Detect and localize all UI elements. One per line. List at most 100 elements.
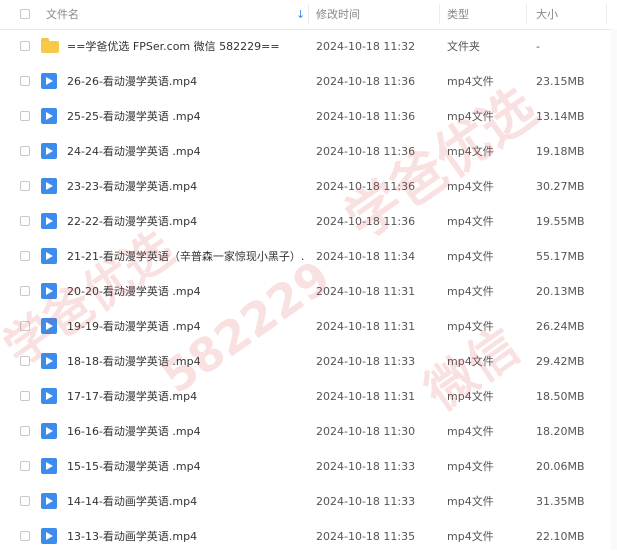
- column-divider[interactable]: [439, 4, 440, 24]
- row-checkbox[interactable]: [20, 531, 30, 541]
- column-divider[interactable]: [308, 4, 309, 24]
- video-file-icon: [41, 493, 57, 509]
- file-size: 18.50MB: [536, 390, 585, 403]
- row-checkbox[interactable]: [20, 496, 30, 506]
- file-size: 20.06MB: [536, 460, 585, 473]
- video-file-icon: [41, 318, 57, 334]
- file-modified-time: 2024-10-18 11:30: [316, 425, 416, 438]
- file-modified-time: 2024-10-18 11:34: [316, 250, 416, 263]
- file-name[interactable]: 15-15-看动漫学英语 .mp4: [67, 449, 305, 484]
- file-name[interactable]: 18-18-看动漫学英语 .mp4: [67, 344, 305, 379]
- file-type: 文件夹: [447, 40, 480, 53]
- file-row[interactable]: 26-26-看动漫学英语.mp4 2024-10-18 11:36 mp4文件 23.…: [0, 64, 617, 99]
- row-checkbox[interactable]: [20, 391, 30, 401]
- file-size: 18.20MB: [536, 425, 585, 438]
- file-name[interactable]: 26-26-看动漫学英语.mp4: [67, 64, 305, 99]
- file-type: mp4文件: [447, 355, 494, 368]
- file-size: 26.24MB: [536, 320, 585, 333]
- file-row[interactable]: 20-20-看动漫学英语 .mp4 2024-10-18 11:31 mp4文件 20…: [0, 274, 617, 309]
- video-file-icon: [41, 283, 57, 299]
- video-file-icon: [41, 73, 57, 89]
- row-checkbox[interactable]: [20, 426, 30, 436]
- file-row[interactable]: ==学爸优选 FPSer.com 微信 582229== 2024-10-18 1…: [0, 29, 617, 64]
- video-file-icon: [41, 353, 57, 369]
- row-checkbox[interactable]: [20, 76, 30, 86]
- file-name[interactable]: 23-23-看动漫学英语.mp4: [67, 169, 305, 204]
- file-modified-time: 2024-10-18 11:32: [316, 40, 416, 53]
- file-modified-time: 2024-10-18 11:31: [316, 390, 416, 403]
- row-checkbox[interactable]: [20, 181, 30, 191]
- file-name[interactable]: 22-22-看动漫学英语.mp4: [67, 204, 305, 239]
- file-type: mp4文件: [447, 180, 494, 193]
- select-all-checkbox[interactable]: [20, 9, 30, 19]
- file-name[interactable]: 14-14-看动画学英语.mp4: [67, 484, 305, 519]
- video-file-icon: [41, 178, 57, 194]
- row-checkbox[interactable]: [20, 356, 30, 366]
- column-header-size[interactable]: 大小: [536, 0, 558, 29]
- row-checkbox[interactable]: [20, 41, 30, 51]
- file-row[interactable]: 24-24-看动漫学英语 .mp4 2024-10-18 11:36 mp4文件 19…: [0, 134, 617, 169]
- file-row[interactable]: 23-23-看动漫学英语.mp4 2024-10-18 11:36 mp4文件 30.…: [0, 169, 617, 204]
- file-type: mp4文件: [447, 110, 494, 123]
- video-file-icon: [41, 528, 57, 544]
- row-checkbox[interactable]: [20, 286, 30, 296]
- file-row[interactable]: 22-22-看动漫学英语.mp4 2024-10-18 11:36 mp4文件 19.…: [0, 204, 617, 239]
- video-file-icon: [41, 458, 57, 474]
- video-file-icon: [41, 248, 57, 264]
- row-checkbox[interactable]: [20, 251, 30, 261]
- folder-icon: [41, 38, 59, 54]
- file-row[interactable]: 17-17-看动漫学英语.mp4 2024-10-18 11:31 mp4文件 18.…: [0, 379, 617, 414]
- file-size: 22.10MB: [536, 530, 585, 543]
- vertical-scrollbar[interactable]: [611, 29, 617, 550]
- file-name[interactable]: 25-25-看动漫学英语 .mp4: [67, 99, 305, 134]
- row-checkbox[interactable]: [20, 216, 30, 226]
- file-type: mp4文件: [447, 285, 494, 298]
- file-name[interactable]: 16-16-看动漫学英语 .mp4: [67, 414, 305, 449]
- file-row[interactable]: 19-19-看动漫学英语 .mp4 2024-10-18 11:31 mp4文件 26…: [0, 309, 617, 344]
- row-checkbox[interactable]: [20, 146, 30, 156]
- file-name[interactable]: 19-19-看动漫学英语 .mp4: [67, 309, 305, 344]
- video-file-icon: [41, 143, 57, 159]
- file-row[interactable]: 16-16-看动漫学英语 .mp4 2024-10-18 11:30 mp4文件 18…: [0, 414, 617, 449]
- file-type: mp4文件: [447, 250, 494, 263]
- sort-arrow-icon[interactable]: ↓: [296, 0, 305, 29]
- row-checkbox[interactable]: [20, 111, 30, 121]
- file-name[interactable]: 20-20-看动漫学英语 .mp4: [67, 274, 305, 309]
- column-header-name[interactable]: 文件名: [46, 0, 79, 29]
- file-row[interactable]: 14-14-看动画学英语.mp4 2024-10-18 11:33 mp4文件 31.…: [0, 484, 617, 519]
- column-header-modified-time[interactable]: 修改时间: [316, 0, 360, 29]
- file-row[interactable]: 25-25-看动漫学英语 .mp4 2024-10-18 11:36 mp4文件 13…: [0, 99, 617, 134]
- file-type: mp4文件: [447, 460, 494, 473]
- file-name[interactable]: 24-24-看动漫学英语 .mp4: [67, 134, 305, 169]
- file-row[interactable]: 13-13-看动画学英语.mp4 2024-10-18 11:35 mp4文件 22.…: [0, 519, 617, 554]
- file-type: mp4文件: [447, 320, 494, 333]
- file-modified-time: 2024-10-18 11:31: [316, 285, 416, 298]
- file-modified-time: 2024-10-18 11:33: [316, 460, 416, 473]
- file-size: 23.15MB: [536, 75, 585, 88]
- file-row[interactable]: 18-18-看动漫学英语 .mp4 2024-10-18 11:33 mp4文件 29…: [0, 344, 617, 379]
- file-name[interactable]: 21-21-看动漫学英语（辛普森一家惊现小黑子）....: [67, 239, 305, 274]
- file-modified-time: 2024-10-18 11:36: [316, 215, 416, 228]
- file-type: mp4文件: [447, 530, 494, 543]
- file-type: mp4文件: [447, 425, 494, 438]
- file-name[interactable]: 17-17-看动漫学英语.mp4: [67, 379, 305, 414]
- column-divider[interactable]: [526, 4, 527, 24]
- file-row[interactable]: 15-15-看动漫学英语 .mp4 2024-10-18 11:33 mp4文件 20…: [0, 449, 617, 484]
- file-type: mp4文件: [447, 75, 494, 88]
- file-name[interactable]: 13-13-看动画学英语.mp4: [67, 519, 305, 554]
- row-checkbox[interactable]: [20, 321, 30, 331]
- column-header-type[interactable]: 类型: [447, 0, 469, 29]
- file-size: 29.42MB: [536, 355, 585, 368]
- file-modified-time: 2024-10-18 11:35: [316, 530, 416, 543]
- video-file-icon: [41, 213, 57, 229]
- file-type: mp4文件: [447, 495, 494, 508]
- file-size: 30.27MB: [536, 180, 585, 193]
- file-row[interactable]: 21-21-看动漫学英语（辛普森一家惊现小黑子）.... 2024-10-18 1…: [0, 239, 617, 274]
- video-file-icon: [41, 423, 57, 439]
- file-size: 19.18MB: [536, 145, 585, 158]
- file-size: 13.14MB: [536, 110, 585, 123]
- row-checkbox[interactable]: [20, 461, 30, 471]
- column-divider[interactable]: [606, 4, 607, 24]
- file-name[interactable]: ==学爸优选 FPSer.com 微信 582229==: [67, 29, 305, 64]
- file-size: 19.55MB: [536, 215, 585, 228]
